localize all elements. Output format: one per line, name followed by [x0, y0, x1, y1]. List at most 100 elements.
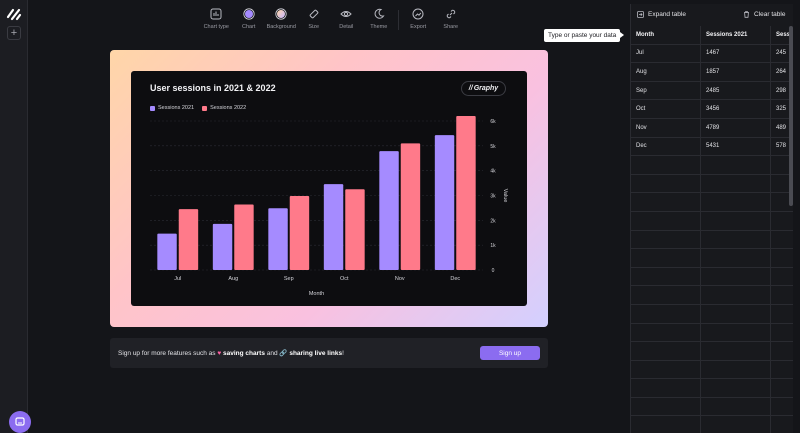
table-header-cell[interactable]: Sessions 2021 [701, 26, 771, 44]
table-cell[interactable] [631, 416, 701, 433]
table-cell[interactable]: Aug [631, 63, 701, 81]
table-cell[interactable] [631, 174, 701, 193]
signup-banner: Sign up for more features such as ♥ savi… [110, 338, 548, 368]
table-cell[interactable] [701, 379, 771, 397]
tool-size[interactable]: Size [298, 8, 331, 32]
table-row [631, 416, 793, 433]
eye-icon [340, 8, 352, 20]
table-cell[interactable] [771, 379, 793, 397]
table-cell[interactable] [701, 286, 771, 304]
bar-sessions-2022 [400, 143, 421, 270]
table-cell[interactable] [701, 342, 771, 360]
sign-up-button[interactable]: Sign up [480, 346, 540, 360]
banner-text: Sign up for more features such as ♥ savi… [118, 349, 344, 357]
table-cell[interactable]: 1857 [701, 63, 771, 81]
table-cell[interactable] [701, 193, 771, 211]
tool-share[interactable]: Share [435, 8, 468, 32]
table-cell[interactable] [701, 156, 771, 174]
table-cell[interactable]: Sep [631, 81, 701, 100]
table-cell[interactable] [771, 305, 793, 323]
tool-detail[interactable]: Detail [330, 8, 363, 32]
table-cell[interactable]: Dec [631, 137, 701, 156]
data-table: Month Sessions 2021 Sess Jul 1467 245 Aug 18… [631, 26, 793, 433]
table-cell[interactable] [631, 360, 701, 379]
table-cell[interactable] [771, 268, 793, 286]
tool-export[interactable]: Export [402, 8, 435, 32]
table-cell[interactable]: 3456 [701, 100, 771, 118]
tool-chart-type[interactable]: Chart type [200, 8, 233, 32]
table-cell[interactable] [631, 249, 701, 267]
table-cell[interactable] [631, 286, 701, 304]
table-cell[interactable] [701, 267, 771, 286]
tool-label: Chart type [203, 24, 229, 30]
bar-sessions-2022 [345, 189, 365, 270]
table-cell[interactable] [631, 323, 701, 342]
chart-title[interactable]: User sessions in 2021 & 2022 [150, 83, 276, 93]
chart-card[interactable]: 0 1k 2k 3k 4k 5k 6k Value Jul Aug Sep Oct Nov Dec Mont… [131, 71, 527, 306]
table-row: Dec 5431 578 [631, 137, 793, 157]
table-cell[interactable] [631, 156, 701, 174]
table-cell[interactable]: 1467 [701, 44, 771, 63]
table-cell[interactable] [701, 397, 771, 416]
clear-table-button[interactable]: Clear table [743, 11, 785, 18]
table-cell[interactable] [631, 379, 701, 397]
table-cell[interactable] [701, 211, 771, 230]
banner-text-pre: Sign up for more features such as [118, 350, 218, 357]
background-color-icon [275, 8, 287, 20]
graphy-brand-badge: //Graphy [461, 81, 506, 96]
table-header-cell[interactable]: Month [631, 26, 701, 44]
data-table-panel: Expand table Clear table Month Sessions … [630, 4, 793, 433]
tool-theme[interactable]: Theme [363, 8, 396, 32]
table-cell[interactable] [631, 230, 701, 249]
clear-table-label: Clear table [754, 11, 786, 18]
legend-item[interactable]: Sessions 2022 [202, 105, 246, 111]
table-cell[interactable] [631, 304, 701, 323]
table-cell[interactable] [631, 267, 701, 286]
chart-background-frame[interactable]: 0 1k 2k 3k 4k 5k 6k Value Jul Aug Sep Oct Nov Dec Mont… [110, 50, 548, 327]
bar-sessions-2022 [289, 195, 310, 270]
table-cell[interactable]: 5431 [701, 137, 771, 156]
table-cell[interactable] [771, 212, 793, 230]
graphy-logo-icon[interactable] [6, 7, 22, 21]
table-cell[interactable] [771, 361, 793, 379]
table-cell[interactable] [631, 211, 701, 230]
table-cell[interactable] [771, 231, 793, 249]
table-cell[interactable] [771, 324, 793, 342]
toolbar-divider [398, 10, 399, 30]
table-cell[interactable] [771, 342, 793, 360]
legend-item[interactable]: Sessions 2021 [150, 105, 194, 111]
table-cell[interactable] [701, 304, 771, 323]
table-cell[interactable] [771, 249, 793, 267]
table-cell[interactable] [701, 249, 771, 267]
panel-header: Expand table Clear table [631, 4, 793, 26]
table-row [631, 211, 793, 231]
moon-icon [373, 8, 385, 20]
table-cell[interactable] [701, 360, 771, 379]
chat-support-button[interactable] [9, 411, 31, 433]
table-cell[interactable] [771, 398, 793, 416]
table-cell[interactable] [701, 230, 771, 249]
table-cell[interactable] [701, 416, 771, 433]
table-cell[interactable] [771, 416, 793, 433]
table-row [631, 323, 793, 343]
table-cell[interactable]: Oct [631, 100, 701, 118]
table-cell[interactable] [701, 174, 771, 193]
table-cell[interactable]: 2485 [701, 81, 771, 100]
chart-toolbar: Chart type Chart Background Size Detail … [200, 8, 467, 32]
table-cell[interactable]: Jul [631, 44, 701, 63]
tool-label: Size [308, 24, 320, 30]
table-cell[interactable] [631, 342, 701, 360]
table-cell[interactable] [701, 323, 771, 342]
tool-background[interactable]: Background [265, 8, 298, 32]
table-cell[interactable]: 4789 [701, 118, 771, 137]
tool-label: Detail [339, 24, 354, 30]
expand-table-button[interactable]: Expand table [637, 11, 686, 18]
table-cell[interactable] [631, 193, 701, 211]
add-icon[interactable]: + [7, 26, 21, 40]
x-tick-label: Dec [450, 276, 460, 282]
tool-label: Share [443, 24, 459, 30]
tool-chart-color[interactable]: Chart [233, 8, 266, 32]
table-cell[interactable]: Nov [631, 118, 701, 137]
table-cell[interactable] [631, 397, 701, 416]
table-cell[interactable] [771, 286, 793, 304]
